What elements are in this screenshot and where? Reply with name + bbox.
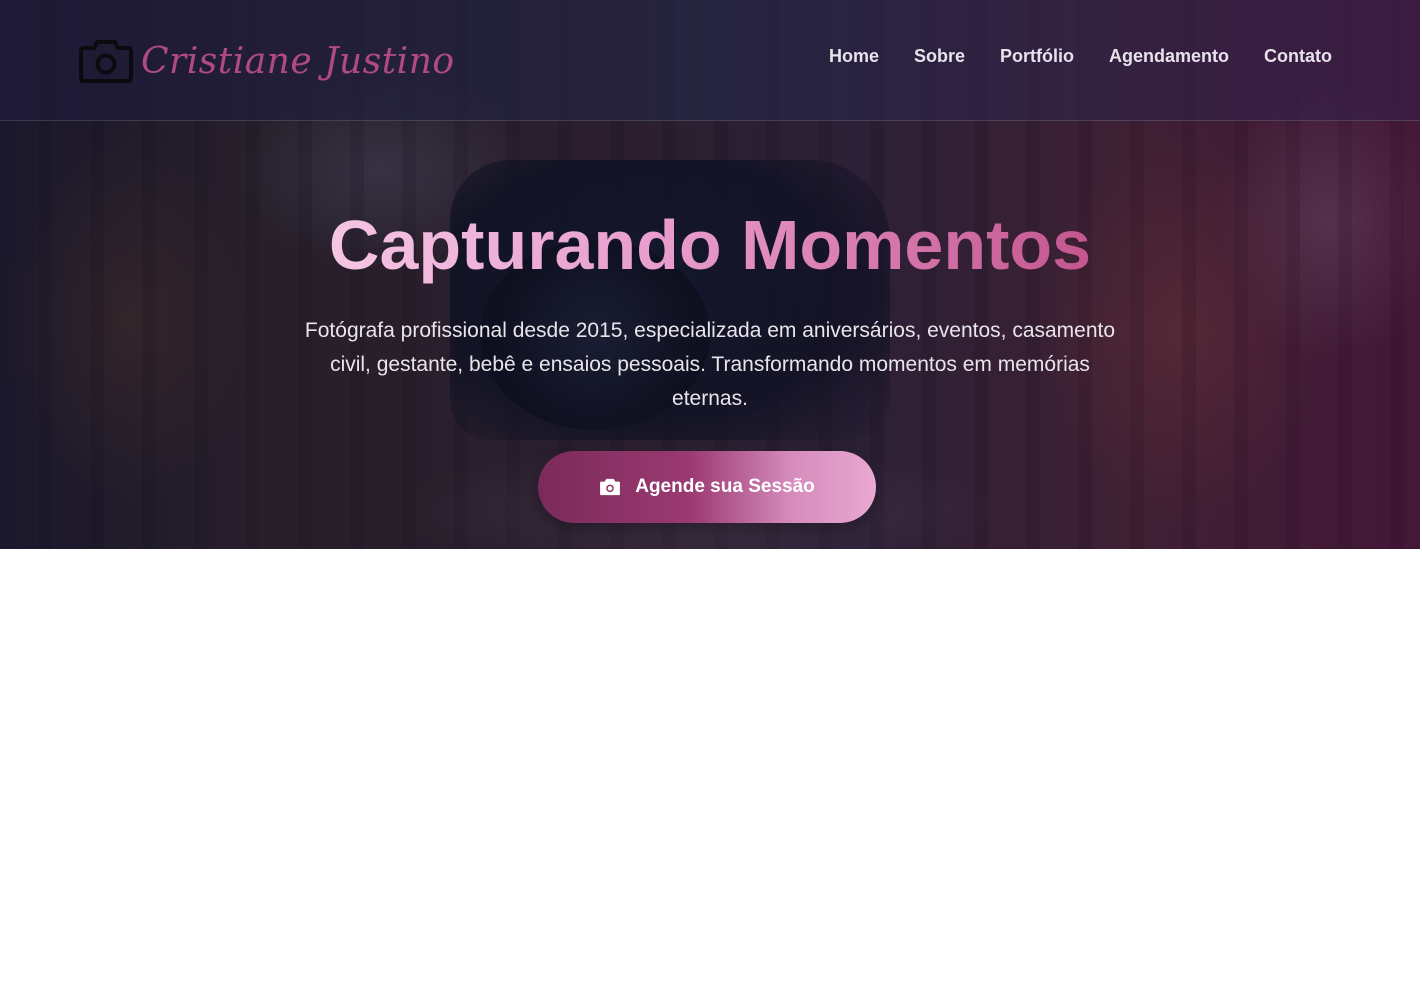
nav-link-sobre[interactable]: Sobre <box>914 46 965 67</box>
brand-name: Cristiane Justino <box>141 40 455 82</box>
hero-title-text: Capturando Momentos <box>328 206 1092 284</box>
hero-title: Capturando Momentos <box>0 200 1420 290</box>
camera-icon <box>79 40 133 83</box>
nav-link-contato[interactable]: Contato <box>1264 46 1332 67</box>
schedule-session-button[interactable]: Agende sua Sessão <box>538 451 876 523</box>
hero-subtitle: Fotógrafa profissional desde 2015, espec… <box>304 319 1116 410</box>
brand-logo[interactable]: Cristiane Justino <box>79 36 455 86</box>
nav-link-portfolio[interactable]: Portfólio <box>1000 46 1074 67</box>
schedule-session-label: Agende sua Sessão <box>635 476 815 497</box>
main-nav: Home Sobre Portfólio Agendamento Contato <box>794 46 1332 67</box>
nav-link-agendamento[interactable]: Agendamento <box>1109 46 1229 67</box>
navbar: Cristiane Justino Home Sobre Portfólio A… <box>0 0 1420 121</box>
nav-link-home[interactable]: Home <box>829 46 879 67</box>
camera-icon <box>600 478 621 496</box>
